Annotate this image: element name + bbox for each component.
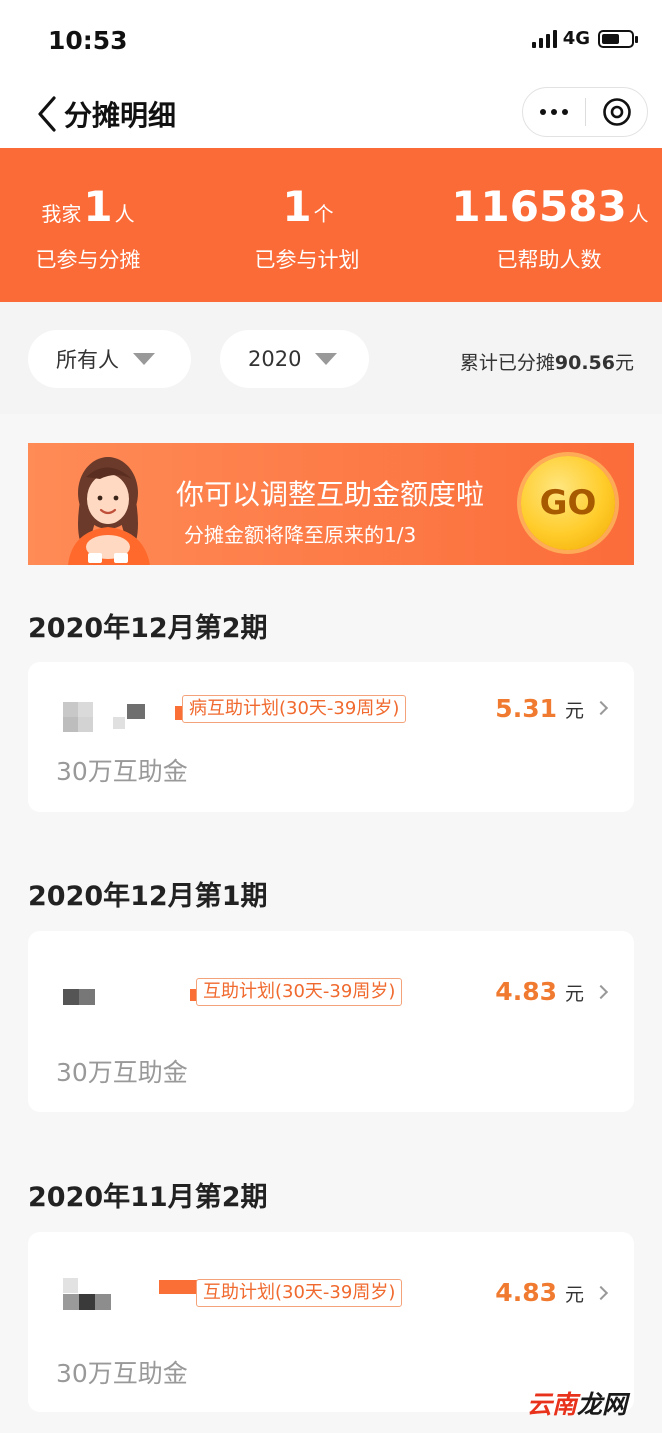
period-title: 2020年12月第2期 xyxy=(28,613,268,644)
record-card[interactable]: 互助计划(30天-39周岁) 4.83 元 30万互助金 xyxy=(28,931,634,1112)
stat-suffix: 人 xyxy=(114,202,135,226)
site-watermark: 云南龙网 xyxy=(527,1385,627,1421)
status-indicators: 4G xyxy=(531,28,638,49)
plan-tag: 病互助计划(30天-39周岁) xyxy=(182,695,407,723)
member-filter-dropdown[interactable]: 所有人 xyxy=(28,330,191,388)
record-amount: 5.31 元 xyxy=(495,694,584,723)
go-button[interactable]: GO xyxy=(521,456,615,550)
total-unit: 元 xyxy=(614,352,634,374)
amount-unit: 元 xyxy=(564,1284,584,1306)
record-list: 你可以调整互助金额度啦 分摊金额将降至原来的1/3 GO 2020年12月第2期… xyxy=(0,414,662,1433)
stat-label: 已参与分摊 xyxy=(35,248,141,272)
dropdown-triangle-icon xyxy=(315,353,338,365)
page-title: 分摊明细 xyxy=(64,99,177,132)
period-title: 2020年11月第2期 xyxy=(28,1182,268,1213)
dropdown-triangle-icon xyxy=(133,353,155,365)
filter-bar: 所有人 2020 累计已分摊90.56元 xyxy=(0,302,662,414)
plan-tag: 互助计划(30天-39周岁) xyxy=(196,1279,403,1307)
battery-icon xyxy=(598,29,638,48)
stat-value: 1 xyxy=(282,182,312,231)
more-icon[interactable] xyxy=(523,88,585,136)
fund-amount: 30万互助金 xyxy=(56,1058,188,1087)
redacted-name xyxy=(63,989,99,1007)
chevron-right-icon xyxy=(593,984,609,1000)
stat-family-members: 我家1 人 已参与分摊 xyxy=(0,148,176,302)
stat-label: 已帮助人数 xyxy=(496,248,602,272)
amount-value: 4.83 xyxy=(495,1278,557,1307)
fund-amount: 30万互助金 xyxy=(56,1359,188,1388)
period-title: 2020年12月第1期 xyxy=(28,881,268,912)
plan-tag: 互助计划(30天-39周岁) xyxy=(196,978,403,1006)
banner-title: 你可以调整互助金额度啦 xyxy=(176,478,485,511)
year-filter-dropdown[interactable]: 2020 xyxy=(220,330,369,388)
network-type: 4G xyxy=(562,28,590,49)
amount-unit: 元 xyxy=(564,700,584,722)
status-time: 10:53 xyxy=(48,26,128,55)
stat-label: 已参与计划 xyxy=(254,248,360,272)
close-icon[interactable] xyxy=(586,88,647,136)
total-prefix: 累计已分摊 xyxy=(459,352,555,374)
fund-amount: 30万互助金 xyxy=(56,757,188,786)
redacted-name xyxy=(63,702,153,732)
redacted-name xyxy=(63,1278,115,1312)
watermark-part2: 龙网 xyxy=(577,1390,628,1419)
total-amount: 90.56 xyxy=(554,352,615,374)
banner-subtitle: 分摊金额将降至原来的1/3 xyxy=(184,523,417,547)
record-card[interactable]: 病互助计划(30天-39周岁) 5.31 元 30万互助金 xyxy=(28,662,634,812)
stat-value: 1 xyxy=(83,182,113,231)
member-filter-value: 所有人 xyxy=(56,348,119,372)
amount-value: 4.83 xyxy=(495,977,557,1006)
stats-header: 我家1 人 已参与分摊 1个 已参与计划 116583 人 已帮助人数 xyxy=(0,148,662,302)
chevron-right-icon xyxy=(593,700,609,716)
record-amount: 4.83 元 xyxy=(495,1278,584,1307)
signal-icon xyxy=(531,29,557,48)
nav-bar: 分摊明细 xyxy=(0,78,662,148)
plan-tag-marker xyxy=(159,1280,199,1294)
status-bar: 10:53 4G xyxy=(0,0,662,78)
cumulative-total: 累计已分摊90.56元 xyxy=(460,348,634,375)
year-filter-value: 2020 xyxy=(248,347,302,371)
stat-plans: 1个 已参与计划 xyxy=(217,148,397,302)
chevron-right-icon xyxy=(593,1285,609,1301)
stat-value: 116583 xyxy=(451,182,627,231)
amount-unit: 元 xyxy=(564,983,584,1005)
record-amount: 4.83 元 xyxy=(495,977,584,1006)
stat-suffix: 人 xyxy=(628,202,649,226)
stat-prefix: 我家 xyxy=(41,202,82,226)
amount-value: 5.31 xyxy=(495,694,557,723)
mini-program-capsule xyxy=(522,87,648,137)
watermark-part1: 云南 xyxy=(527,1390,578,1419)
stat-suffix: 个 xyxy=(313,202,334,226)
stat-helped-people: 116583 人 已帮助人数 xyxy=(448,148,650,302)
woman-illustration-icon xyxy=(50,449,182,565)
back-icon[interactable] xyxy=(32,94,62,134)
